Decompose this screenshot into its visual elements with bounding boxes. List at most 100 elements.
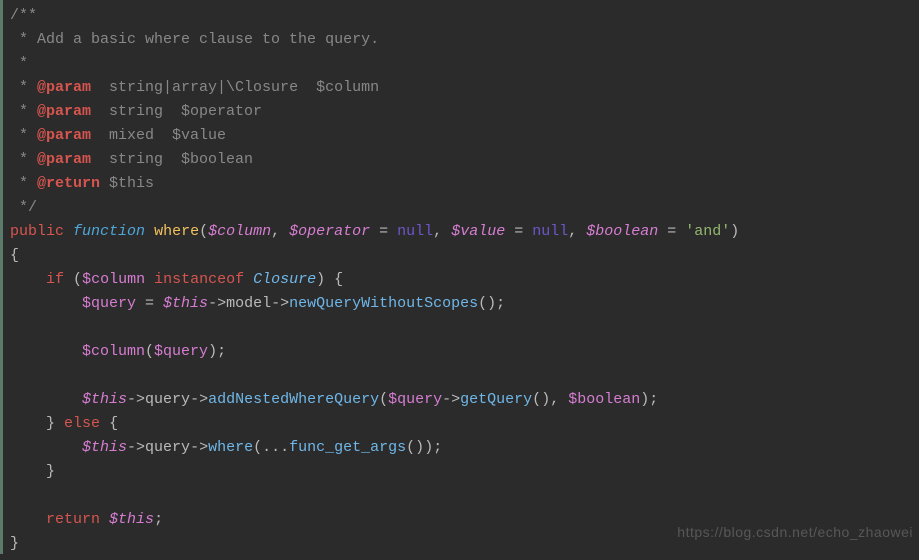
doc-star: *	[10, 79, 37, 96]
semicolon: ;	[154, 511, 163, 528]
semicolon: ;	[433, 439, 442, 456]
paren-close: )	[730, 223, 739, 240]
doc-close: */	[10, 199, 37, 216]
kw-instanceof: instanceof	[154, 271, 244, 288]
eq: =	[505, 223, 532, 240]
func-name: where	[154, 223, 199, 240]
arrow: ->	[190, 439, 208, 456]
semicolon: ;	[496, 295, 505, 312]
paren-close: )	[541, 391, 550, 408]
tag-param: @param	[37, 103, 91, 120]
arrow: ->	[208, 295, 226, 312]
comma: ,	[550, 391, 568, 408]
arrow: ->	[271, 295, 289, 312]
indent	[10, 415, 46, 432]
brace-close: }	[10, 535, 19, 552]
semicolon: ;	[217, 343, 226, 360]
paren-close: )	[640, 391, 649, 408]
spread: ...	[262, 439, 289, 456]
tag-return: @return	[37, 175, 100, 192]
doc-desc: Add a basic where clause to the query.	[37, 31, 379, 48]
prop-model: model	[226, 295, 271, 312]
paren-open: (	[478, 295, 487, 312]
tag-param: @param	[37, 79, 91, 96]
brace-open: {	[109, 415, 118, 432]
paren-open: (	[253, 439, 262, 456]
indent	[10, 463, 46, 480]
var-query: $query	[154, 343, 208, 360]
var-this: $this	[109, 511, 154, 528]
param-desc-4: string $boolean	[91, 151, 253, 168]
watermark-text: https://blog.csdn.net/echo_zhaowei	[677, 520, 913, 544]
var-this: $this	[82, 391, 127, 408]
var-column: $column	[208, 223, 271, 240]
var-value: $value	[451, 223, 505, 240]
arrow: ->	[127, 439, 145, 456]
doc-star: *	[10, 103, 37, 120]
param-desc-2: string $operator	[91, 103, 262, 120]
brace-open: {	[10, 247, 19, 264]
code-block: /** * Add a basic where clause to the qu…	[0, 0, 919, 560]
return-desc: $this	[100, 175, 154, 192]
method-addnested: addNestedWhereQuery	[208, 391, 379, 408]
paren-close: )	[487, 295, 496, 312]
eq: =	[136, 295, 163, 312]
paren-open: (	[199, 223, 208, 240]
class-closure: Closure	[253, 271, 316, 288]
indent	[10, 343, 82, 360]
prop-query: query	[145, 391, 190, 408]
indent	[10, 439, 82, 456]
var-boolean: $boolean	[568, 391, 640, 408]
brace-open: {	[334, 271, 343, 288]
comma: ,	[433, 223, 451, 240]
tag-param: @param	[37, 127, 91, 144]
indent	[10, 271, 46, 288]
indent	[10, 391, 82, 408]
arrow: ->	[190, 391, 208, 408]
method-where: where	[208, 439, 253, 456]
paren-close: )	[208, 343, 217, 360]
kw-function: function	[73, 223, 145, 240]
var-column: $column	[82, 271, 145, 288]
var-operator: $operator	[289, 223, 370, 240]
eq: =	[658, 223, 685, 240]
paren-close: )	[424, 439, 433, 456]
paren-close: )	[415, 439, 424, 456]
paren-open: (	[532, 391, 541, 408]
var-this: $this	[163, 295, 208, 312]
doc-blank: *	[10, 55, 28, 72]
doc-open: /**	[10, 7, 37, 24]
doc-star: *	[10, 151, 37, 168]
paren-open: (	[73, 271, 82, 288]
param-desc-3: mixed $value	[91, 127, 226, 144]
paren-open: (	[379, 391, 388, 408]
param-desc-1: string|array|\Closure $column	[91, 79, 379, 96]
arrow: ->	[127, 391, 145, 408]
indent	[10, 295, 82, 312]
var-boolean: $boolean	[586, 223, 658, 240]
method-getquery: getQuery	[460, 391, 532, 408]
kw-if: if	[46, 271, 64, 288]
tag-param: @param	[37, 151, 91, 168]
prop-query: query	[145, 439, 190, 456]
brace-close: }	[46, 415, 55, 432]
method-newquery: newQueryWithoutScopes	[289, 295, 478, 312]
paren-close: )	[316, 271, 325, 288]
comma: ,	[568, 223, 586, 240]
var-query: $query	[82, 295, 136, 312]
doc-star: *	[10, 127, 37, 144]
null-literal: null	[397, 223, 433, 240]
doc-star: *	[10, 175, 37, 192]
kw-else: else	[64, 415, 100, 432]
kw-public: public	[10, 223, 64, 240]
arrow: ->	[442, 391, 460, 408]
brace-close: }	[46, 463, 55, 480]
paren-open: (	[145, 343, 154, 360]
kw-return: return	[46, 511, 100, 528]
semicolon: ;	[649, 391, 658, 408]
paren-open: (	[406, 439, 415, 456]
eq: =	[370, 223, 397, 240]
comma: ,	[271, 223, 289, 240]
func-get-args: func_get_args	[289, 439, 406, 456]
string-and: 'and'	[685, 223, 730, 240]
